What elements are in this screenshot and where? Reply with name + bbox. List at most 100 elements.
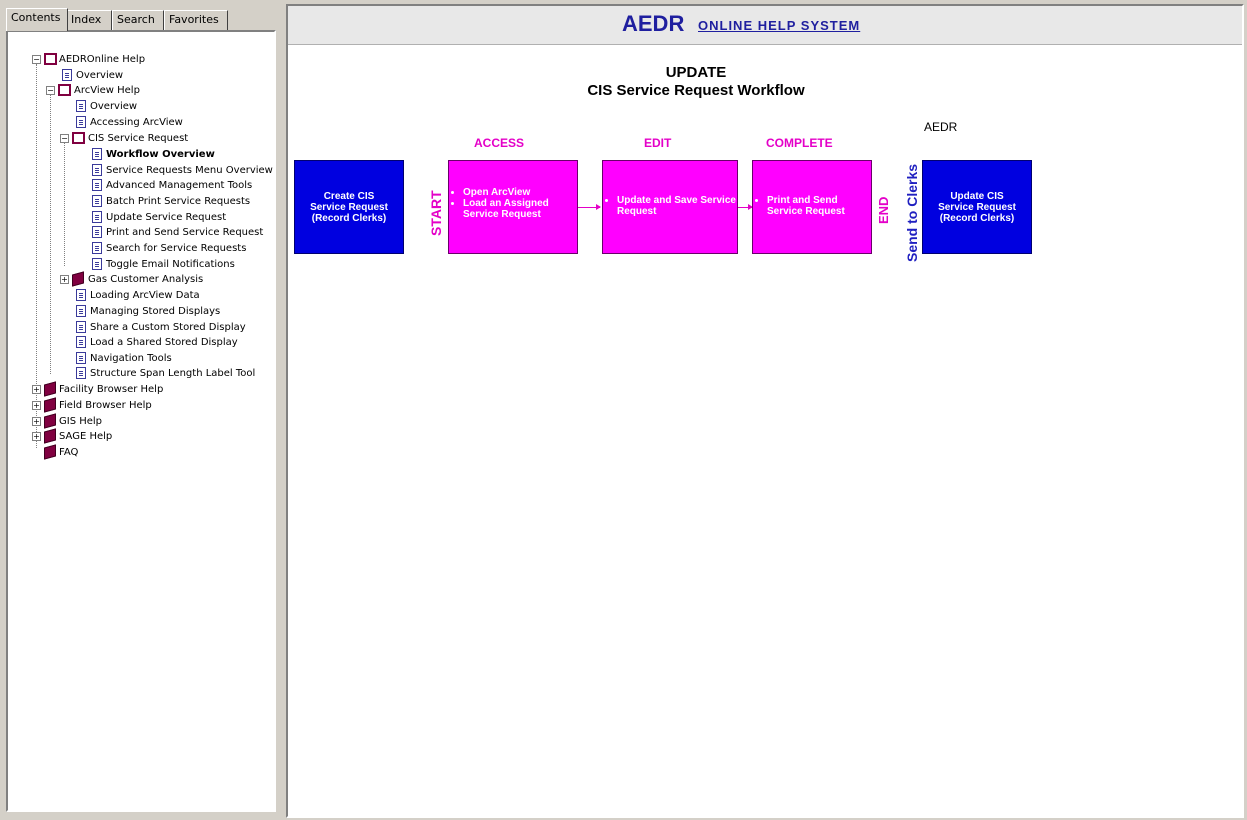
tree-item-sage-help[interactable]: + SAGE Help — [12, 428, 272, 444]
phase-edit-label: EDIT — [644, 136, 672, 150]
box-text: Create CIS — [323, 190, 375, 202]
tree-item-faq[interactable]: FAQ — [12, 444, 272, 460]
open-book-icon — [44, 53, 57, 65]
tree-item-label: Overview — [76, 70, 124, 81]
collapse-icon[interactable]: − — [60, 134, 69, 143]
expand-icon[interactable]: + — [32, 401, 41, 410]
open-book-icon — [58, 84, 71, 96]
step-edit-box: Update and Save Service Request — [602, 160, 738, 254]
tree-item-label: Toggle Email Notifications — [106, 259, 235, 270]
page-icon — [92, 211, 102, 223]
page-icon — [76, 305, 86, 317]
send-to-clerks-label: Send to Clerks — [904, 163, 920, 262]
tree-item-share-a-custom-stored-display[interactable]: Share a Custom Stored Display — [12, 320, 272, 335]
nav-tab-strip: Contents Index Search Favorites — [6, 8, 276, 31]
phase-complete-label: COMPLETE — [766, 136, 833, 150]
start-label: START — [428, 190, 444, 236]
tab-contents[interactable]: Contents — [6, 8, 68, 31]
book-icon — [44, 428, 56, 444]
tree-item-search-for-service-requests[interactable]: Search for Service Requests — [12, 241, 272, 256]
tree-item-label: Advanced Management Tools — [106, 180, 253, 191]
tree-item-label: CIS Service Request — [88, 133, 189, 144]
book-icon — [44, 444, 56, 460]
tree-item-accessing-arcview[interactable]: Accessing ArcView — [12, 115, 272, 130]
tree-item-gas-customer-analysis[interactable]: + Gas Customer Analysis — [12, 271, 272, 287]
navigation-pane: Contents Index Search Favorites − AEDROn… — [0, 0, 282, 820]
tree-item-label: FAQ — [59, 447, 79, 458]
tree-item-label: Field Browser Help — [59, 400, 152, 411]
tree-item-field-browser-help[interactable]: + Field Browser Help — [12, 397, 272, 413]
tree-item-update-service-request[interactable]: Update Service Request — [12, 210, 272, 225]
tree-item-aedronline-help[interactable]: − AEDROnline Help — [12, 52, 272, 67]
step-update-cis-box: Update CIS Service Request (Record Clerk… — [922, 160, 1032, 254]
page-icon — [76, 367, 86, 379]
tree-item-label: Service Requests Menu Overview — [106, 165, 273, 176]
tree-item-loading-arcview-data[interactable]: Loading ArcView Data — [12, 288, 272, 303]
expand-icon[interactable]: + — [60, 275, 69, 284]
banner-title: ONLINE HELP SYSTEM — [698, 18, 861, 33]
open-book-icon — [72, 132, 85, 144]
collapse-icon[interactable]: − — [32, 55, 41, 64]
tab-search[interactable]: Search — [112, 10, 164, 30]
page-icon — [76, 321, 86, 333]
help-banner: AEDR ONLINE HELP SYSTEM — [288, 6, 1242, 45]
tree-item-facility-browser-help[interactable]: + Facility Browser Help — [12, 381, 272, 397]
tree-item-load-a-shared-stored-display[interactable]: Load a Shared Stored Display — [12, 335, 272, 350]
tree-item-label: Update Service Request — [106, 212, 227, 223]
tree-item-advanced-management-tools[interactable]: Advanced Management Tools — [12, 178, 272, 193]
page-icon — [62, 69, 72, 81]
tree-item-service-requests-menu-overview[interactable]: Service Requests Menu Overview — [12, 163, 273, 178]
tab-index[interactable]: Index — [66, 10, 112, 30]
tree-item-label: Load a Shared Stored Display — [90, 337, 238, 348]
tree-item-gis-help[interactable]: + GIS Help — [12, 413, 272, 429]
expand-icon[interactable]: + — [32, 432, 41, 441]
flow-arrow — [738, 204, 753, 210]
expand-icon[interactable]: + — [32, 417, 41, 426]
book-icon — [44, 397, 56, 413]
box-text: (Record Clerks) — [939, 212, 1015, 224]
tree-item-label: Gas Customer Analysis — [88, 274, 204, 285]
tree-item-label: Accessing ArcView — [90, 117, 183, 128]
box-text: Service Request — [310, 201, 388, 213]
tree-item-navigation-tools[interactable]: Navigation Tools — [12, 351, 272, 366]
page-icon — [76, 116, 86, 128]
tree-item-label: Share a Custom Stored Display — [90, 322, 246, 333]
page-icon — [76, 100, 86, 112]
tree-item-cis-service-request[interactable]: − CIS Service Request — [12, 131, 272, 146]
page-icon — [92, 226, 102, 238]
tree-item-label: AEDROnline Help — [59, 54, 146, 65]
page-title-line2: CIS Service Request Workflow — [587, 82, 805, 99]
box-bullet: Update and Save Service Request — [617, 195, 737, 217]
page-icon — [92, 242, 102, 254]
expand-icon[interactable]: + — [32, 385, 41, 394]
end-label: END — [876, 196, 891, 224]
page-icon — [92, 195, 102, 207]
book-icon — [72, 271, 84, 287]
tree-item-label: ArcView Help — [74, 85, 140, 96]
box-bullet: Open ArcView — [463, 187, 577, 198]
tree-item-structure-span-length-label-tool[interactable]: Structure Span Length Label Tool — [12, 366, 272, 381]
tree-item-label: Facility Browser Help — [59, 384, 164, 395]
tree-item-toggle-email-notifications[interactable]: Toggle Email Notifications — [12, 257, 272, 272]
tree-item-print-and-send-service-request[interactable]: Print and Send Service Request — [12, 225, 272, 240]
page-icon — [76, 336, 86, 348]
tree-item-label: Managing Stored Displays — [90, 306, 221, 317]
tree-item-label: Navigation Tools — [90, 353, 172, 364]
page-icon — [76, 289, 86, 301]
tree-item-batch-print-service-requests[interactable]: Batch Print Service Requests — [12, 194, 272, 209]
tree-item-overview[interactable]: Overview — [12, 68, 272, 83]
tree-item-arcview-help[interactable]: − ArcView Help — [12, 83, 272, 98]
tree-item-arcview-overview[interactable]: Overview — [12, 99, 272, 114]
tree-item-label: Search for Service Requests — [106, 243, 247, 254]
collapse-icon[interactable]: − — [46, 86, 55, 95]
tree-item-managing-stored-displays[interactable]: Managing Stored Displays — [12, 304, 272, 319]
tree-item-label: Structure Span Length Label Tool — [90, 368, 256, 379]
tree-item-workflow-overview[interactable]: Workflow Overview — [12, 147, 272, 162]
flow-arrow — [578, 204, 601, 210]
page-icon — [76, 352, 86, 364]
page-icon — [92, 179, 102, 191]
box-text: Service Request — [938, 201, 1016, 213]
tree-item-label: GIS Help — [59, 416, 103, 427]
tab-favorites[interactable]: Favorites — [164, 10, 228, 30]
tree-item-label: SAGE Help — [59, 431, 113, 442]
